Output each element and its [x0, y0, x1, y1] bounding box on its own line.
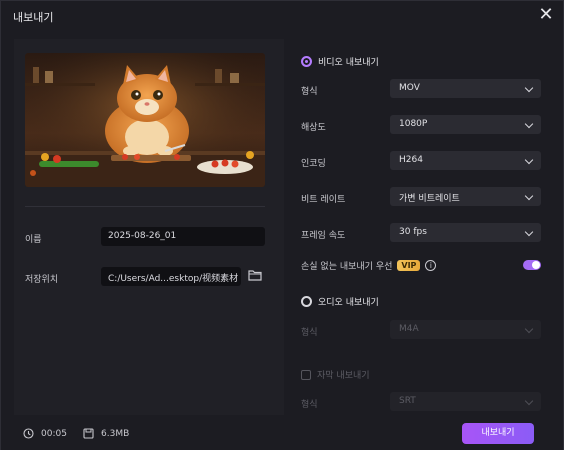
dialog-title: 내보내기: [13, 11, 54, 24]
footer: 00:05 6.3MB 내보내기: [1, 417, 563, 450]
chevron-down-icon: [524, 324, 534, 334]
audio-export-header[interactable]: 오디오 내보내기: [301, 295, 379, 308]
subtitle-checkbox[interactable]: [301, 369, 311, 380]
export-dialog: 내보내기 ✕ 이름 2025-08-26_01 저장위치 C:/Users/Ad…: [0, 0, 564, 450]
framerate-select[interactable]: 30 fps: [390, 223, 541, 242]
video-export-label: 비디오 내보내기: [318, 58, 379, 68]
duration-info: 00:05: [23, 428, 67, 439]
audio-format-value: M4A: [399, 324, 419, 334]
size-info: 6.3MB: [83, 428, 129, 439]
bitrate-label: 비트 레이트: [301, 195, 346, 205]
encoding-label: 인코딩: [301, 159, 326, 169]
info-icon[interactable]: i: [425, 260, 437, 271]
resolution-select[interactable]: 1080P: [390, 115, 541, 134]
subtitle-export-label: 자막 내보내기: [317, 371, 370, 381]
audio-format-label: 형식: [301, 328, 318, 338]
format-select[interactable]: MOV: [390, 79, 541, 98]
audio-radio[interactable]: [301, 296, 312, 307]
divider: [25, 206, 265, 207]
encoding-value: H264: [399, 155, 423, 165]
video-thumbnail: [25, 53, 265, 187]
chevron-down-icon: [524, 119, 534, 129]
save-icon: [83, 428, 94, 439]
lossless-label: 손실 없는 내보내기 우선: [301, 262, 393, 272]
lossless-row: 손실 없는 내보내기 우선 VIP i: [301, 259, 437, 272]
framerate-label: 프레임 속도: [301, 231, 346, 241]
audio-format-select[interactable]: M4A: [390, 320, 541, 339]
vip-badge: VIP: [397, 260, 421, 271]
export-button[interactable]: 내보내기: [462, 423, 534, 444]
chevron-down-icon: [524, 83, 534, 93]
left-panel: 이름 2025-08-26_01 저장위치 C:/Users/Ad...eskt…: [14, 39, 284, 415]
subtitle-format-select[interactable]: SRT: [390, 392, 541, 411]
video-radio[interactable]: [301, 56, 312, 67]
resolution-value: 1080P: [399, 119, 428, 129]
audio-export-label: 오디오 내보내기: [318, 298, 379, 308]
subtitle-format-label: 형식: [301, 400, 318, 410]
chevron-down-icon: [524, 227, 534, 237]
chevron-down-icon: [524, 155, 534, 165]
name-label: 이름: [25, 235, 42, 245]
location-label: 저장위치: [25, 275, 59, 285]
video-export-header[interactable]: 비디오 내보내기: [301, 55, 379, 68]
name-field[interactable]: 2025-08-26_01: [101, 227, 265, 246]
chevron-down-icon: [524, 191, 534, 201]
format-label: 형식: [301, 87, 318, 97]
framerate-value: 30 fps: [399, 227, 427, 237]
folder-icon[interactable]: [248, 269, 262, 281]
titlebar: 내보내기 ✕: [1, 1, 563, 31]
subtitle-format-value: SRT: [399, 396, 416, 406]
bitrate-value: 가변 비트레이트: [399, 194, 460, 204]
lossless-toggle[interactable]: [523, 260, 541, 270]
duration-value: 00:05: [41, 428, 67, 439]
settings-panel: 비디오 내보내기 형식 MOV 해상도 1080P 인코딩 H264 비트 레이…: [299, 39, 549, 415]
encoding-select[interactable]: H264: [390, 151, 541, 170]
size-value: 6.3MB: [101, 428, 130, 439]
chevron-down-icon: [524, 396, 534, 406]
resolution-label: 해상도: [301, 123, 326, 133]
clock-icon: [23, 428, 34, 439]
location-field[interactable]: C:/Users/Ad...esktop/视频素材: [101, 267, 241, 286]
bitrate-select[interactable]: 가변 비트레이트: [390, 187, 541, 206]
thumbnail-image: [25, 53, 265, 187]
format-value: MOV: [399, 83, 420, 93]
close-icon[interactable]: ✕: [537, 6, 555, 25]
subtitle-export-header[interactable]: 자막 내보내기: [301, 368, 370, 381]
